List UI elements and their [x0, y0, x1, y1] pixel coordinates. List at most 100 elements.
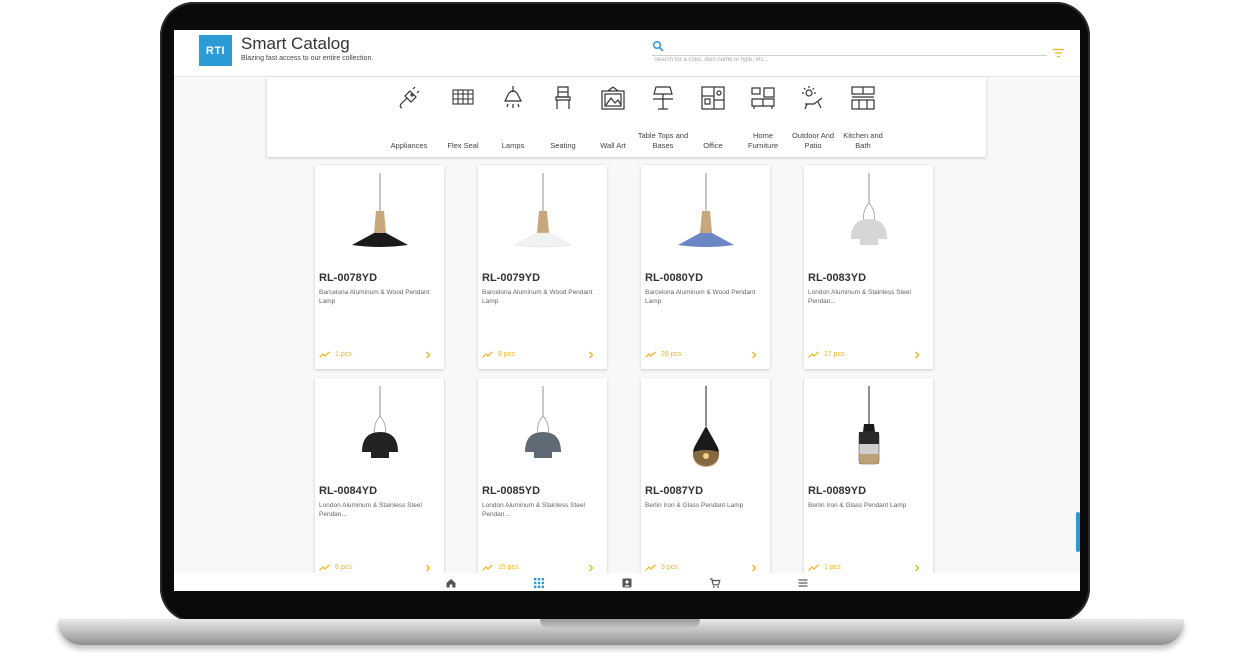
pendant-lamp-image: [352, 173, 408, 247]
category-home-furniture[interactable]: Home Furniture: [737, 85, 789, 151]
furniture-icon: [751, 87, 775, 109]
pendant-lamp-image: [514, 173, 572, 248]
filter-icon[interactable]: [1052, 48, 1065, 58]
pendant-lamp-image: [692, 386, 720, 467]
product-grid: RL-0078YD Barcelona Aluminum & Wood Pend…: [315, 165, 935, 585]
category-label: Outdoor And Patio: [791, 131, 835, 150]
stock-count: 17 pcs: [824, 351, 845, 358]
trending-up-icon: [808, 351, 819, 358]
product-sku: RL-0089YD: [808, 485, 867, 497]
kitchen-cabinet-icon: [851, 86, 875, 110]
category-kitchen-bath[interactable]: Kitchen and Bath: [837, 85, 889, 151]
trending-up-icon: [482, 351, 493, 358]
product-card[interactable]: RL-0087YD Berlin Iron & Glass Pendant La…: [641, 378, 770, 582]
pendant-lamp-image: [851, 173, 887, 245]
pendant-lamp-image: [858, 386, 880, 465]
category-label: Seating: [550, 141, 576, 150]
category-lamps[interactable]: Lamps: [487, 85, 539, 151]
category-office[interactable]: Office: [687, 85, 739, 151]
chevron-right-icon[interactable]: [587, 351, 595, 359]
trending-up-icon: [319, 564, 330, 571]
trending-up-icon: [319, 351, 330, 358]
product-description: Barcelona Aluminum & Wood Pendant Lamp: [482, 289, 593, 305]
product-sku: RL-0080YD: [645, 272, 704, 284]
chevron-right-icon[interactable]: [587, 564, 595, 572]
category-label: Lamps: [501, 141, 525, 150]
rti-logo[interactable]: RTI: [199, 35, 232, 66]
product-description: London Aluminum & Stainless Steel Pendan…: [319, 502, 422, 518]
stock-count: 9 pcs: [498, 351, 515, 358]
pendant-lamp-image: [525, 386, 561, 458]
category-label: Table Tops and Bases: [637, 131, 689, 150]
lamp-icon: [504, 86, 522, 108]
stock-count: 15 pcs: [498, 564, 519, 571]
product-sku: RL-0079YD: [482, 272, 541, 284]
stock-count: 3 pcs: [661, 564, 678, 571]
chevron-right-icon[interactable]: [913, 351, 921, 359]
app-header: RTI Smart Catalog Blazing fast access to…: [174, 30, 1080, 77]
category-wall-art[interactable]: Wall Art: [587, 85, 639, 151]
menu-icon[interactable]: [797, 577, 809, 589]
category-label: Wall Art: [600, 141, 626, 150]
appliance-plug-icon: [399, 86, 420, 109]
category-flex-seal[interactable]: Flex Seal: [437, 85, 489, 151]
stock-count: 28 pcs: [661, 351, 682, 358]
pendant-lamp-image: [362, 386, 398, 458]
category-label: Kitchen and Bath: [843, 131, 883, 150]
product-card[interactable]: RL-0079YD Barcelona Aluminum & Wood Pend…: [478, 165, 607, 369]
flex-seal-icon: [452, 89, 474, 105]
search-underline: [652, 55, 1047, 56]
product-description: Berlin Iron & Glass Pendant Lamp: [808, 502, 907, 509]
picture-frame-icon: [601, 86, 625, 110]
product-card[interactable]: RL-0084YD London Aluminum & Stainless St…: [315, 378, 444, 582]
category-label: Home Furniture: [747, 131, 778, 150]
chevron-right-icon[interactable]: [424, 564, 432, 572]
category-label: Office: [703, 141, 723, 150]
app-title: Smart Catalog: [241, 34, 350, 53]
product-card[interactable]: RL-0078YD Barcelona Aluminum & Wood Pend…: [315, 165, 444, 369]
app-subtitle: Blazing fast access to our entire collec…: [241, 55, 374, 62]
product-sku: RL-0083YD: [808, 272, 867, 284]
home-icon[interactable]: [445, 577, 457, 589]
stock-count: 1 pcs: [335, 351, 352, 358]
contact-card-icon[interactable]: [621, 577, 633, 589]
product-card[interactable]: RL-0085YD London Aluminum & Stainless St…: [478, 378, 607, 582]
chevron-right-icon[interactable]: [750, 351, 758, 359]
product-description: Berlin Iron & Glass Pendant Lamp: [645, 502, 744, 509]
product-card[interactable]: RL-0089YD Berlin Iron & Glass Pendant La…: [804, 378, 933, 582]
product-sku: RL-0087YD: [645, 485, 704, 497]
product-description: Barcelona Aluminum & Wood Pendant Lamp: [319, 289, 430, 305]
product-sku: RL-0084YD: [319, 485, 378, 497]
pendant-lamp-image: [678, 173, 734, 247]
grid-icon[interactable]: [533, 577, 545, 589]
chevron-right-icon[interactable]: [424, 351, 432, 359]
product-card[interactable]: RL-0080YD Barcelona Aluminum & Wood Pend…: [641, 165, 770, 369]
product-description: London Aluminum & Stainless Steel Pendan…: [808, 289, 911, 305]
sun-lounger-icon: [802, 86, 823, 110]
bottom-nav: [174, 573, 1080, 591]
category-outdoor-patio[interactable]: Outdoor And Patio: [787, 85, 839, 151]
table-lamp-icon: [653, 86, 673, 110]
category-appliances[interactable]: Appliances: [383, 85, 435, 151]
trending-up-icon: [808, 564, 819, 571]
trending-up-icon: [482, 564, 493, 571]
scroll-handle[interactable]: [1076, 512, 1080, 552]
stock-count: 6 pcs: [335, 564, 352, 571]
search-icon[interactable]: [652, 40, 664, 52]
cart-icon[interactable]: [709, 577, 721, 589]
app-screen: RTI Smart Catalog Blazing fast access to…: [174, 30, 1080, 591]
product-sku: RL-0085YD: [482, 485, 541, 497]
trending-up-icon: [645, 351, 656, 358]
product-sku: RL-0078YD: [319, 272, 378, 284]
product-description: Barcelona Aluminum & Wood Pendant Lamp: [645, 289, 756, 305]
chevron-right-icon[interactable]: [750, 564, 758, 572]
category-seating[interactable]: Seating: [537, 85, 589, 151]
category-table-tops[interactable]: Table Tops and Bases: [637, 85, 689, 151]
product-card[interactable]: RL-0083YD London Aluminum & Stainless St…: [804, 165, 933, 369]
chevron-right-icon[interactable]: [913, 564, 921, 572]
office-plan-icon: [701, 86, 725, 110]
stock-count: 1 pcs: [824, 564, 841, 571]
search-input[interactable]: [654, 57, 1034, 63]
category-label: Appliances: [390, 141, 428, 150]
category-bar: Appliances Flex Seal Lamps Seating Wall …: [267, 77, 986, 157]
